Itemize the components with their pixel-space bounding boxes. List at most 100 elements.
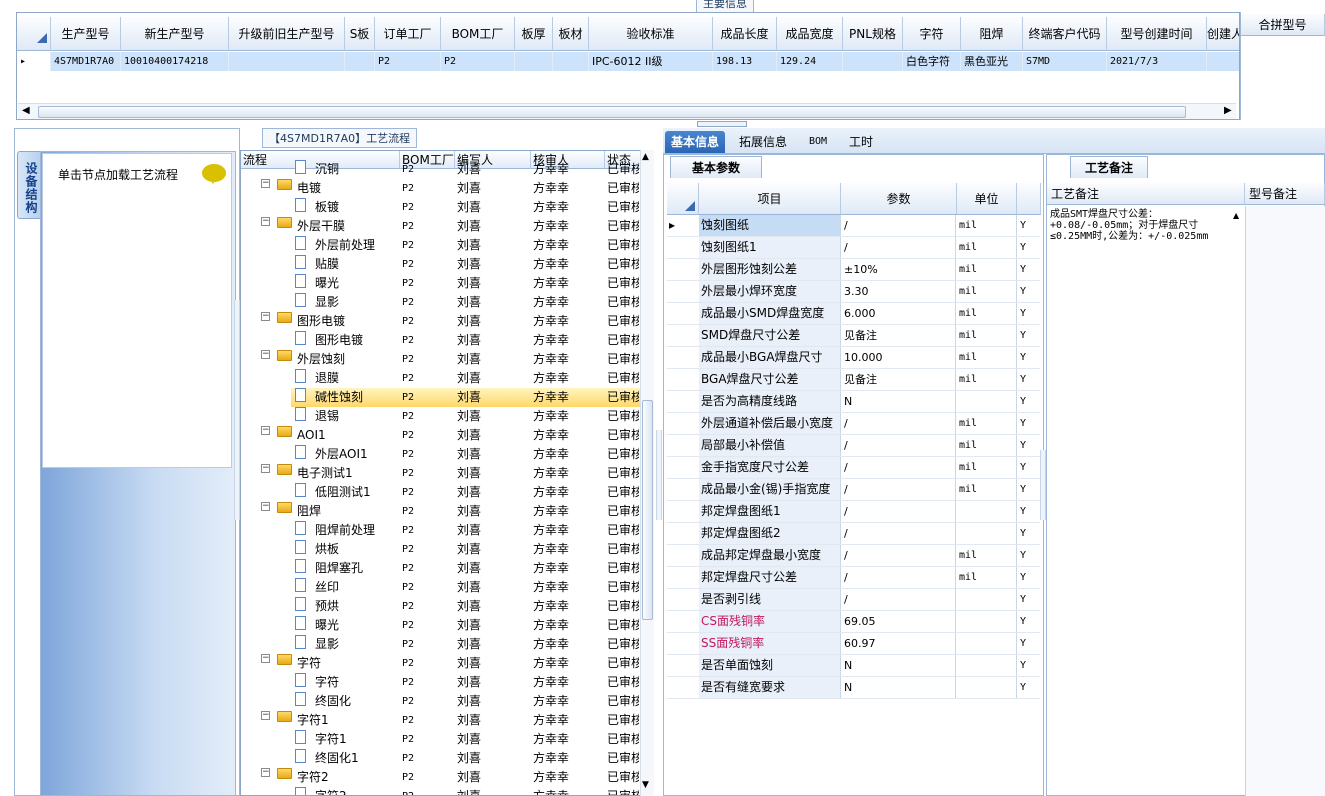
scroll-down-arrow-icon[interactable]: ▼ [642, 780, 649, 790]
tree-row[interactable]: 外层前处理 P2 刘喜 方幸幸 已审核 [241, 236, 641, 255]
process-tree-grid[interactable]: 流程BOM工厂编写人核审人状态 沉铜P2刘喜方幸幸已审核−电镀P2刘喜方幸幸已审… [240, 150, 654, 796]
collapse-toggle-icon[interactable]: − [261, 711, 270, 720]
tree-row[interactable]: − 电子测试1 P2 刘喜 方幸幸 已审核 [241, 464, 641, 483]
tree-row[interactable]: − 阻焊 P2 刘喜 方幸幸 已审核 [241, 502, 641, 521]
grid-cell[interactable]: 129.24 [777, 52, 843, 71]
param-value[interactable]: / [842, 545, 956, 566]
param-value[interactable]: N [842, 655, 956, 676]
tree-row[interactable]: 预烘 P2 刘喜 方幸幸 已审核 [241, 597, 641, 616]
tree-row[interactable]: − 外层蚀刻 P2 刘喜 方幸幸 已审核 [241, 350, 641, 369]
column-header[interactable]: 生产型号 [51, 17, 121, 51]
param-row[interactable]: 成品邦定焊盘最小宽度 / mil Y [667, 545, 1040, 567]
grid-cell[interactable] [229, 52, 345, 71]
remark-scroll-up-icon[interactable]: ▲ [1233, 211, 1239, 220]
tree-row[interactable]: 退锡 P2 刘喜 方幸幸 已审核 [241, 407, 641, 426]
scroll-right-arrow-icon[interactable]: ▶ [1224, 105, 1232, 116]
column-header[interactable]: 创建人 [1207, 17, 1239, 51]
grid-cell[interactable]: S7MD [1023, 52, 1107, 71]
param-row[interactable]: ▸ 蚀刻图纸 / mil Y [667, 215, 1040, 237]
tree-row[interactable]: 阻焊前处理 P2 刘喜 方幸幸 已审核 [241, 521, 641, 540]
column-header[interactable]: 升级前旧生产型号 [229, 17, 345, 51]
param-value[interactable]: / [842, 567, 956, 588]
param-row[interactable]: 邦定焊盘尺寸公差 / mil Y [667, 567, 1040, 589]
param-value[interactable]: 6.000 [842, 303, 956, 324]
tree-row[interactable]: 图形电镀 P2 刘喜 方幸幸 已审核 [241, 331, 641, 350]
remark-text[interactable]: 成品SMT焊盘尺寸公差：+0.08/-0.05mm；对于焊盘尺寸≤0.25MM时… [1050, 209, 1228, 242]
collapse-toggle-icon[interactable]: − [261, 179, 270, 188]
grid-cell[interactable]: 黑色亚光 [961, 52, 1023, 71]
param-value[interactable]: / [842, 435, 956, 456]
model-remark-cell[interactable] [1245, 206, 1325, 796]
tree-row[interactable]: 外层AOI1 P2 刘喜 方幸幸 已审核 [241, 445, 641, 464]
tree-row[interactable]: 贴膜 P2 刘喜 方幸幸 已审核 [241, 255, 641, 274]
tree-row[interactable]: − AOI1 P2 刘喜 方幸幸 已审核 [241, 426, 641, 445]
column-header[interactable]: 订单工厂 [375, 17, 441, 51]
column-header[interactable]: 成品长度 [713, 17, 777, 51]
column-header[interactable]: 成品宽度 [777, 17, 843, 51]
tree-row[interactable]: 沉铜 P2 刘喜 方幸幸 已审核 [241, 160, 641, 179]
tree-row[interactable]: 碱性蚀刻 P2 刘喜 方幸幸 已审核 [291, 388, 645, 407]
grid-cell[interactable] [515, 52, 553, 71]
collapse-toggle-icon[interactable]: − [261, 312, 270, 321]
param-row[interactable]: 成品最小金(锡)手指宽度 / mil Y [667, 479, 1040, 501]
column-header[interactable]: 板厚 [515, 17, 553, 51]
param-row[interactable]: 成品最小SMD焊盘宽度 6.000 mil Y [667, 303, 1040, 325]
tree-row[interactable]: − 字符2 P2 刘喜 方幸幸 已审核 [241, 768, 641, 787]
collapse-toggle-icon[interactable]: − [261, 464, 270, 473]
process-remark-tab[interactable]: 工艺备注 [1070, 156, 1148, 178]
column-header[interactable]: BOM工厂 [441, 17, 515, 51]
param-row[interactable]: 是否剥引线 / Y [667, 589, 1040, 611]
param-value[interactable]: / [842, 457, 956, 478]
param-row[interactable]: 是否单面蚀刻 N Y [667, 655, 1040, 677]
scroll-up-arrow-icon[interactable]: ▲ [642, 152, 649, 162]
scroll-left-arrow-icon[interactable]: ◀ [22, 105, 30, 116]
param-value[interactable]: / [842, 479, 956, 500]
param-value[interactable]: / [842, 501, 956, 522]
param-row[interactable]: 是否有缝宽要求 N Y [667, 677, 1040, 699]
param-value[interactable]: N [842, 391, 956, 412]
collapse-toggle-icon[interactable]: − [261, 502, 270, 511]
grid-cell[interactable] [553, 52, 589, 71]
grid-cell[interactable]: 10010400174218 [121, 52, 229, 71]
tree-row[interactable]: − 字符1 P2 刘喜 方幸幸 已审核 [241, 711, 641, 730]
param-row[interactable]: BGA焊盘尺寸公差 见备注 mil Y [667, 369, 1040, 391]
grid-cell[interactable]: IPC-6012 II级 [589, 52, 713, 71]
param-row[interactable]: CS面残铜率 69.05 Y [667, 611, 1040, 633]
param-value[interactable]: / [842, 413, 956, 434]
param-value[interactable]: / [842, 589, 956, 610]
collapse-toggle-icon[interactable]: − [261, 426, 270, 435]
tree-row[interactable]: 字符 P2 刘喜 方幸幸 已审核 [241, 673, 641, 692]
grid-cell[interactable] [345, 52, 375, 71]
tree-row[interactable]: − 字符 P2 刘喜 方幸幸 已审核 [241, 654, 641, 673]
tree-row[interactable]: 阻焊塞孔 P2 刘喜 方幸幸 已审核 [241, 559, 641, 578]
tree-row[interactable]: 烘板 P2 刘喜 方幸幸 已审核 [241, 540, 641, 559]
param-value[interactable]: N [842, 677, 956, 698]
param-row[interactable]: 是否为高精度线路 N Y [667, 391, 1040, 413]
param-value[interactable]: 69.05 [842, 611, 956, 632]
param-row[interactable]: 外层通道补偿后最小宽度 / mil Y [667, 413, 1040, 435]
basic-params-tab[interactable]: 基本参数 [670, 156, 762, 178]
column-header[interactable]: 终端客户代码 [1023, 17, 1107, 51]
tree-row[interactable]: 显影 P2 刘喜 方幸幸 已审核 [241, 635, 641, 654]
column-header[interactable]: 型号创建时间 [1107, 17, 1207, 51]
tab-bom[interactable]: BOM [803, 131, 833, 153]
tree-row[interactable]: − 电镀 P2 刘喜 方幸幸 已审核 [241, 179, 641, 198]
column-header[interactable]: S板 [345, 17, 375, 51]
middle-splitter[interactable] [656, 430, 662, 520]
tree-row[interactable]: 低阻测试1 P2 刘喜 方幸幸 已审核 [241, 483, 641, 502]
tree-row[interactable]: 丝印 P2 刘喜 方幸幸 已审核 [241, 578, 641, 597]
grid-cell[interactable]: 2021/7/3 [1107, 52, 1207, 71]
param-row[interactable]: 外层最小焊环宽度 3.30 mil Y [667, 281, 1040, 303]
param-row[interactable]: 金手指宽度尺寸公差 / mil Y [667, 457, 1040, 479]
horizontal-scrollbar[interactable]: ◀ ▶ [18, 103, 1236, 119]
tree-row[interactable]: 字符2 P2 刘喜 方幸幸 已审核 [241, 787, 641, 795]
param-row[interactable]: SS面残铜率 60.97 Y [667, 633, 1040, 655]
param-value[interactable]: / [842, 237, 956, 258]
tree-row[interactable]: 显影 P2 刘喜 方幸幸 已审核 [241, 293, 641, 312]
tree-row[interactable]: 退膜 P2 刘喜 方幸幸 已审核 [241, 369, 641, 388]
param-row[interactable]: 局部最小补偿值 / mil Y [667, 435, 1040, 457]
scrollbar-thumb[interactable] [38, 106, 1186, 118]
column-header[interactable]: 字符 [903, 17, 961, 51]
param-value[interactable]: / [842, 215, 956, 236]
param-row[interactable]: 邦定焊盘图纸2/ Y [667, 523, 1040, 545]
